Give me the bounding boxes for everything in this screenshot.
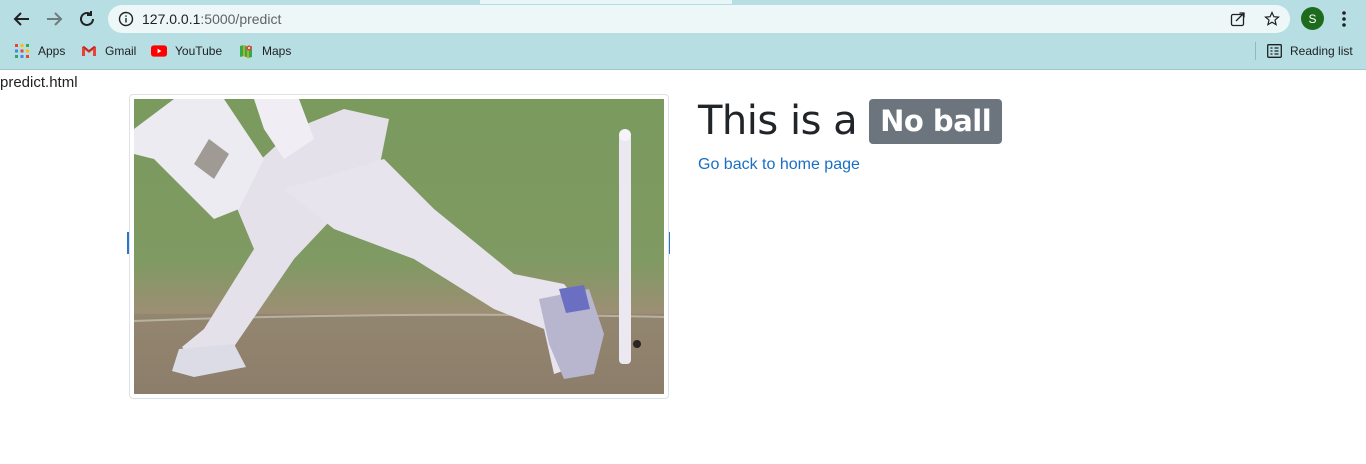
back-button[interactable] [10, 7, 34, 31]
share-icon[interactable] [1229, 10, 1247, 28]
more-vert-icon [1342, 11, 1346, 27]
reload-button[interactable] [75, 7, 99, 31]
reading-list-icon [1266, 43, 1282, 59]
bookmark-label: Apps [38, 44, 66, 58]
maps-icon [238, 43, 254, 59]
active-tab-strip [480, 0, 732, 4]
bookmark-label: Maps [262, 44, 292, 58]
bookmark-maps[interactable]: Maps [238, 42, 291, 60]
page-filename-text: predict.html [0, 74, 78, 91]
bookmark-apps[interactable]: Apps [14, 42, 65, 60]
prediction-heading: This is a No ball [698, 98, 1003, 144]
apps-grid-icon [14, 43, 30, 59]
bookmark-label: Gmail [105, 44, 137, 58]
url-path: :5000/predict [200, 11, 282, 27]
home-page-link[interactable]: Go back to home page [698, 156, 860, 174]
profile-avatar[interactable]: S [1301, 7, 1324, 30]
address-bar[interactable]: 127.0.0.1:5000/predict [108, 5, 1290, 33]
site-info-icon[interactable] [117, 10, 135, 28]
prediction-result-badge: No ball [869, 98, 1003, 144]
forward-button[interactable] [42, 7, 66, 31]
bookmark-gmail[interactable]: Gmail [81, 42, 136, 60]
cricket-delivery-image [134, 99, 664, 394]
reading-list-label: Reading list [1290, 44, 1353, 58]
browser-menu-button[interactable] [1334, 7, 1354, 31]
reload-icon [80, 11, 94, 26]
bookmark-label: YouTube [175, 44, 223, 58]
cricket-photo-icon [134, 99, 664, 394]
bookmarks-divider [1255, 42, 1256, 60]
url-text: 127.0.0.1:5000/predict [142, 11, 281, 27]
reading-list-button[interactable]: Reading list [1266, 42, 1353, 60]
heading-prefix: This is a [698, 98, 858, 144]
youtube-icon [151, 43, 167, 59]
forward-arrow-icon [47, 12, 63, 26]
prediction-image-frame [129, 94, 669, 399]
gmail-icon [81, 43, 97, 59]
back-arrow-icon [13, 12, 29, 26]
bookmark-youtube[interactable]: YouTube [151, 42, 222, 60]
url-host: 127.0.0.1 [142, 11, 201, 27]
bookmark-star-icon[interactable] [1263, 10, 1281, 28]
browser-toolbar: 127.0.0.1:5000/predict S Apps Gmail YouT… [0, 0, 1366, 70]
